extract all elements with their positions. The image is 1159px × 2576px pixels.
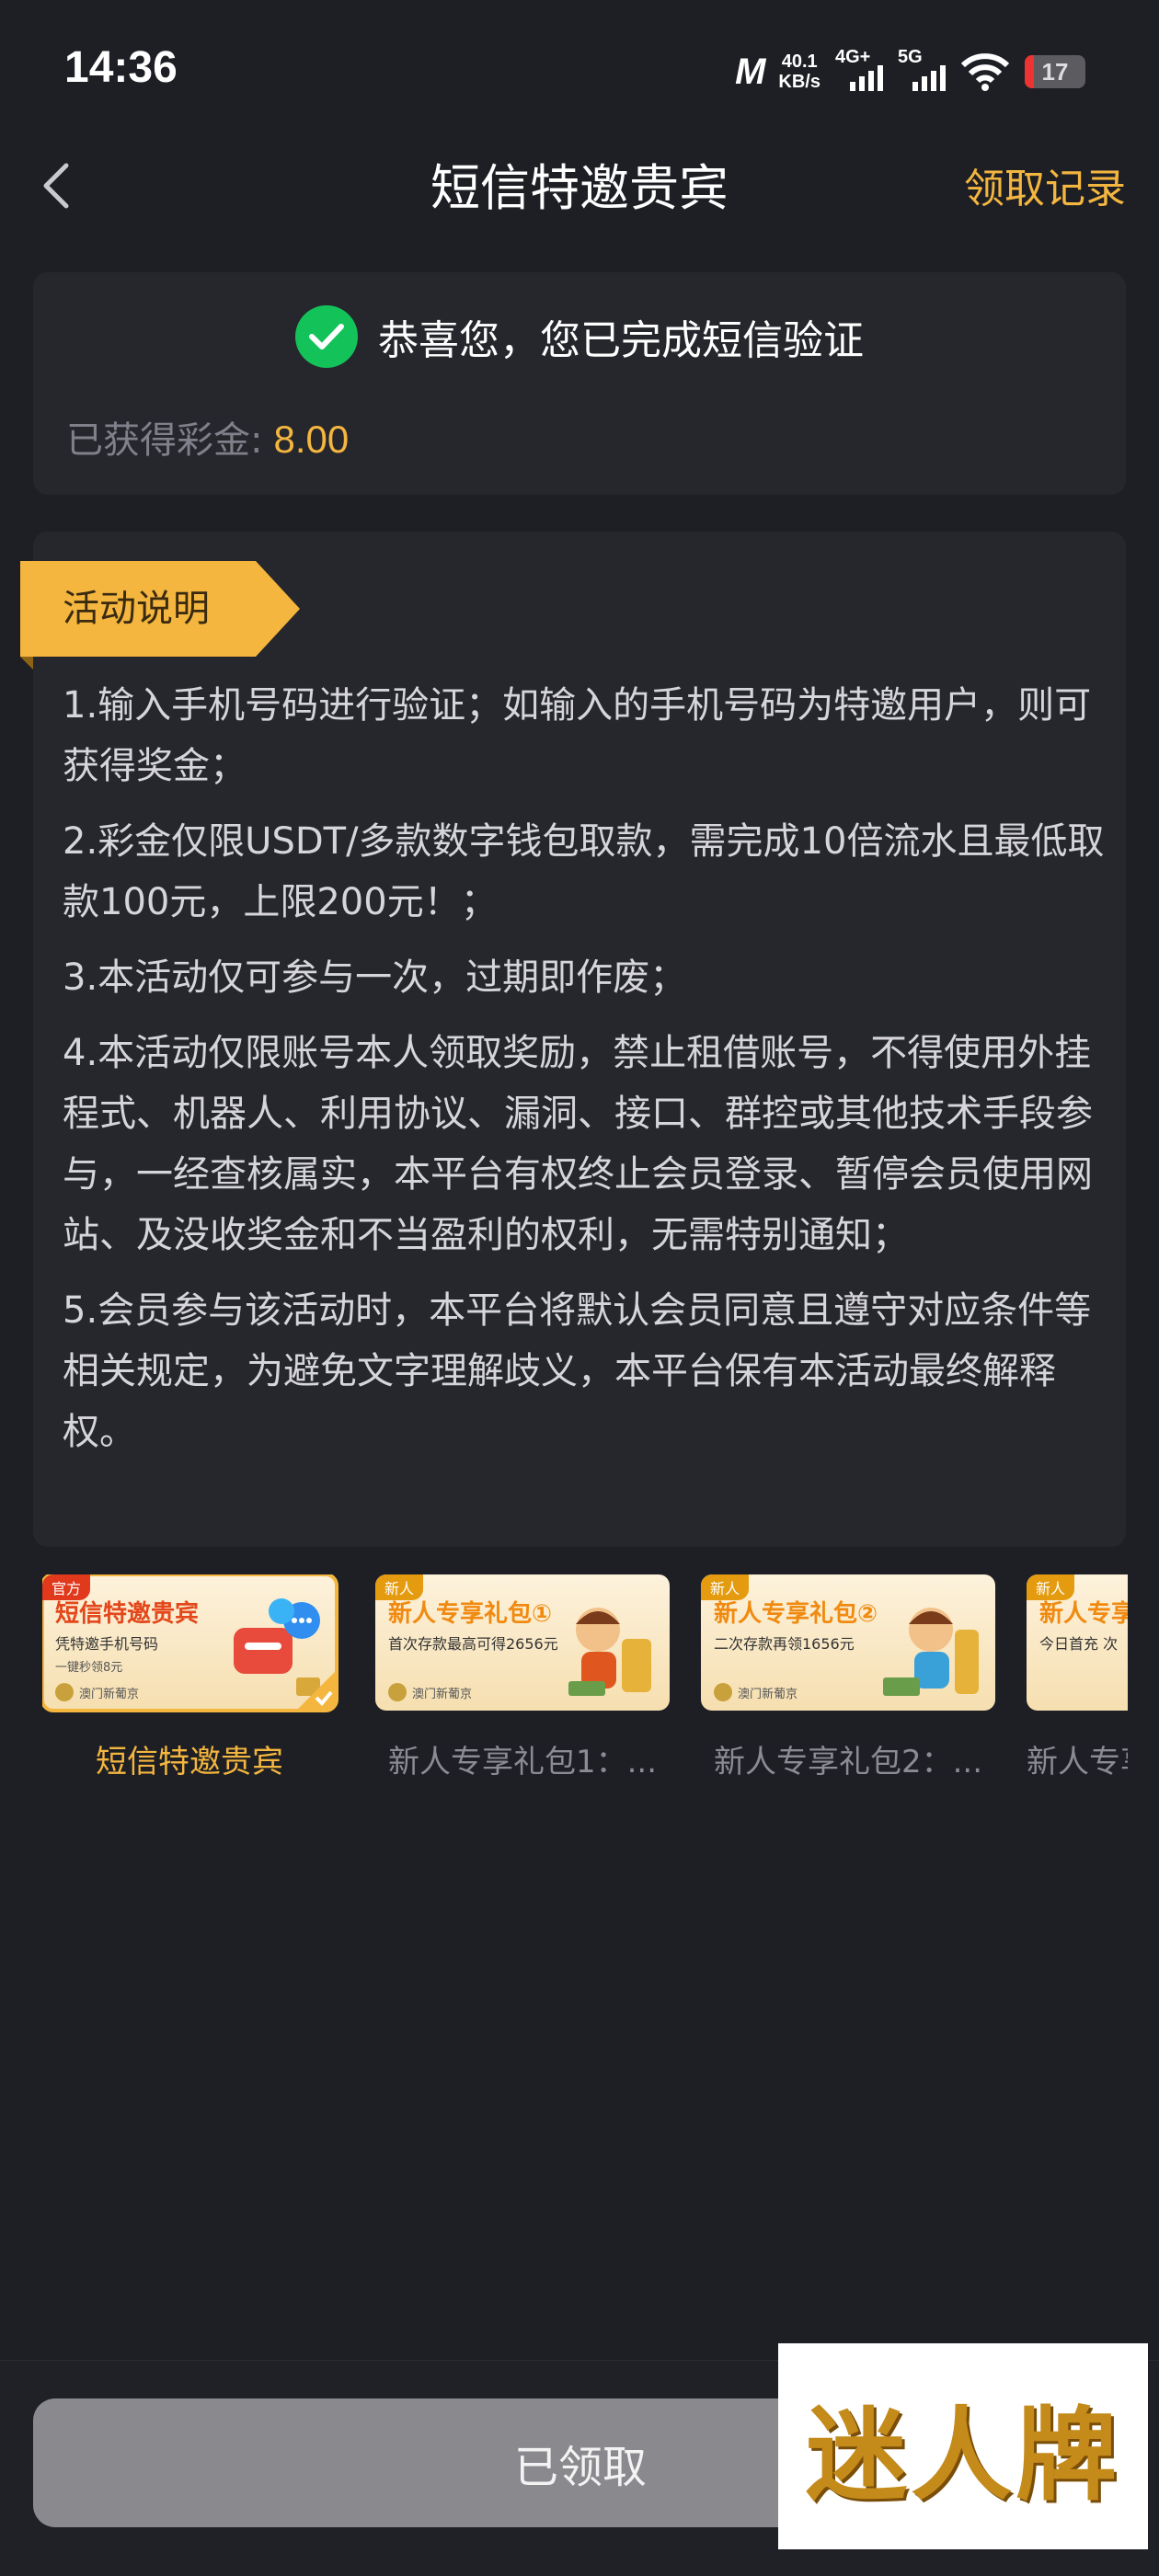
activity-label: 短信特邀贵宾 [96, 1744, 283, 1780]
activity-thumb-line1: 首次存款最高可得2656元 [388, 1635, 558, 1653]
signal-5g-icon: 5G [898, 47, 946, 95]
watermark-logo: 迷人牌 [778, 2343, 1148, 2549]
mascot-icon [568, 1608, 651, 1696]
wifi-icon [960, 53, 1010, 91]
watermark-text: 迷人牌 [806, 2396, 1120, 2514]
activity-thumbnail: 新人 新人专享礼包② 二次存款再领1656元 澳门新葡京 [701, 1574, 995, 1711]
rule-item: 4.本活动仅限账号本人领取奖励，禁止租借账号，不得使用外挂程式、机器人、利用协议… [63, 1032, 1093, 1256]
brand-logo-icon [55, 1683, 74, 1701]
rules-tag: 活动说明 [20, 561, 300, 670]
activity-thumb-title: 新人专享礼包② [714, 1600, 878, 1628]
network-speed: 40.1 KB/s [778, 52, 820, 92]
activity-carousel[interactable]: 官方 短信特邀贵宾 凭特邀手机号码 一键秒领8元 澳门新葡京 短信特邀贵宾 新人 [42, 1574, 1128, 1786]
claim-records-link[interactable]: 领取记录 [964, 162, 1126, 217]
activity-thumb-title: 短信特邀贵宾 [55, 1600, 200, 1628]
battery-level: 17 [1041, 57, 1069, 86]
activity-label: 新人专享 [1027, 1744, 1128, 1780]
success-row: 恭喜您，您已完成短信验证 [33, 305, 1126, 368]
verification-success-card: 恭喜您，您已完成短信验证 已获得彩金: 8.00 [33, 272, 1126, 495]
activity-thumb-line2: 一键秒领8元 [55, 1661, 123, 1675]
brand-logo-icon [388, 1683, 407, 1701]
carrier-logo-icon: M [735, 51, 765, 92]
activity-thumbnail: 新人 新人专享礼包① 首次存款最高可得2656元 澳门新葡京 [375, 1574, 670, 1711]
activity-thumb-brand: 澳门新葡京 [412, 1688, 473, 1701]
bonus-info: 已获得彩金: 8.00 [66, 410, 349, 464]
check-circle-icon [295, 305, 358, 368]
check-corner-icon [296, 1670, 337, 1711]
bonus-label: 已获得彩金: [66, 419, 263, 462]
activity-label: 新人专享礼包1：... [387, 1744, 658, 1780]
status-bar: 14:36 M 40.1 KB/s 4G+ 5G 17 [0, 0, 1159, 138]
rule-item: 5.会员参与该活动时，本平台将默认会员同意且遵守对应条件等相关规定，为避免文字理… [63, 1289, 1092, 1453]
brand-logo-icon [714, 1683, 732, 1701]
network-speed-unit: KB/s [778, 72, 820, 92]
status-time: 14:36 [64, 43, 178, 92]
rule-item: 2.彩金仅限USDT/多款数字钱包取款，需完成10倍流水且最低取款100元，上限… [63, 820, 1105, 923]
mascot-icon [883, 1608, 979, 1696]
activity-thumb-title: 新人专享礼包① [388, 1600, 553, 1628]
success-message: 恭喜您，您已完成短信验证 [378, 317, 864, 364]
rule-item: 1.输入手机号码进行验证；如输入的手机号码为特邀用户，则可获得奖金； [63, 684, 1092, 787]
signal-4g-icon: 4G+ [835, 47, 883, 95]
rules-tag-label: 活动说明 [63, 588, 210, 630]
activity-thumb-brand: 澳门新葡京 [79, 1688, 140, 1701]
rule-item: 3.本活动仅可参与一次，过期即作废； [63, 956, 687, 999]
status-icons: M 40.1 KB/s 4G+ 5G 17 [735, 44, 1085, 99]
activity-thumb-title: 新人专享 [1039, 1600, 1128, 1628]
activity-label: 新人专享礼包2：... [713, 1744, 983, 1780]
activity-thumb-brand: 澳门新葡京 [738, 1688, 798, 1701]
battery-icon: 17 [1025, 55, 1085, 88]
nav-bar: 短信特邀贵宾 领取记录 [0, 138, 1159, 239]
activity-thumb-line1: 今日首充 次 [1039, 1635, 1119, 1653]
activity-thumb-line1: 凭特邀手机号码 [55, 1635, 159, 1653]
activity-thumb-line1: 二次存款再领1656元 [714, 1635, 855, 1653]
bonus-value: 8.00 [273, 418, 350, 461]
activity-thumbnail: 官方 短信特邀贵宾 凭特邀手机号码 一键秒领8元 澳门新葡京 [42, 1574, 339, 1712]
activity-rules-card: 活动说明 1.输入手机号码进行验证；如输入的手机号码为特邀用户，则可获得奖金； … [20, 532, 1126, 1547]
network-speed-value: 40.1 [781, 52, 818, 72]
activity-thumbnail: 新人 新人专享 今日首充 次 [1027, 1574, 1128, 1711]
rules-list: 1.输入手机号码进行验证；如输入的手机号码为特邀用户，则可获得奖金； 2.彩金仅… [63, 675, 1111, 1477]
